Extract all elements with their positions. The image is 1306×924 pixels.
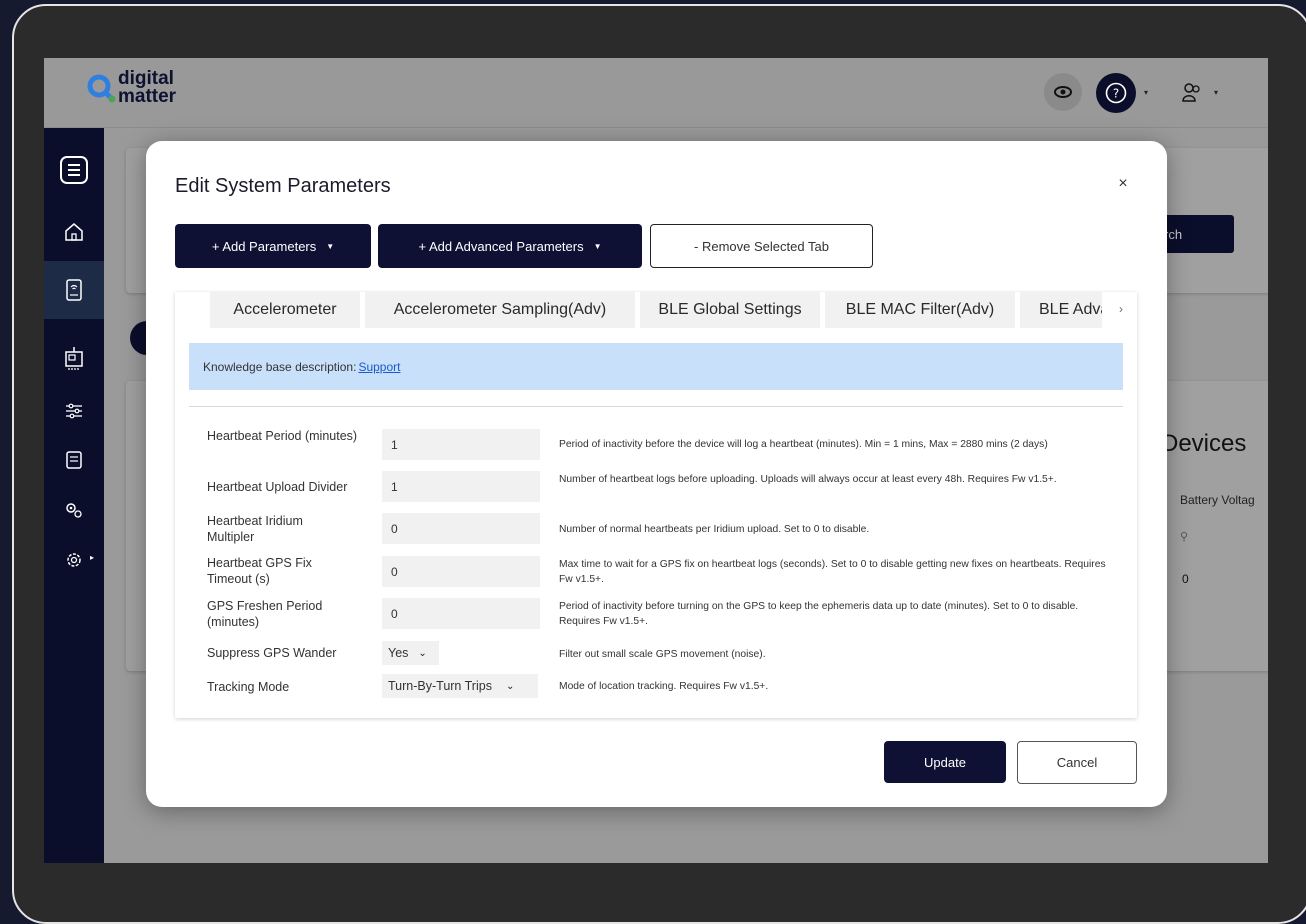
- param-label: Heartbeat GPS Fix Timeout (s): [207, 556, 312, 586]
- settings-expand-caret-icon: ▸: [90, 553, 95, 562]
- heartbeat-upload-divider-input[interactable]: 1: [382, 471, 540, 502]
- param-description: Number of heartbeat logs before uploadin…: [559, 474, 1057, 485]
- logo-line-2: matter: [118, 86, 177, 107]
- background-devices-heading: Devices: [1161, 430, 1247, 457]
- add-advanced-parameters-label: + Add Advanced Parameters: [418, 238, 584, 254]
- chevron-down-icon: ⌄: [418, 647, 427, 659]
- sidebar: ▸: [44, 128, 104, 863]
- remove-selected-tab-label: - Remove Selected Tab: [694, 238, 829, 254]
- menu-toggle-button[interactable]: [44, 145, 104, 195]
- device-icon: [66, 279, 82, 301]
- suppress-gps-wander-select[interactable]: Yes ⌄: [382, 641, 439, 665]
- knowledge-base-label: Knowledge base description:: [203, 359, 357, 374]
- logo[interactable]: digital matter: [86, 69, 177, 107]
- chevron-down-icon: ▼: [326, 241, 335, 251]
- param-label: GPS Freshen Period (minutes): [207, 599, 323, 629]
- support-link[interactable]: Support: [358, 360, 400, 374]
- select-value: Yes: [388, 646, 409, 660]
- cancel-label: Cancel: [1056, 755, 1098, 770]
- parameters-card: Accelerometer Accelerometer Sampling(Adv…: [175, 292, 1137, 718]
- tab-label: Accelerometer Sampling(Adv): [393, 301, 607, 318]
- param-label: Tracking Mode: [207, 680, 290, 694]
- tab-ble-advanced[interactable]: BLE Advanced: [1020, 292, 1102, 328]
- tab-ble-global-settings[interactable]: BLE Global Settings: [640, 292, 820, 328]
- param-description: Period of inactivity before turning on t…: [559, 601, 1079, 627]
- heartbeat-gps-fix-timeout-input[interactable]: 0: [382, 556, 540, 587]
- tab-label: BLE Advanced: [1039, 301, 1102, 318]
- update-label: Update: [924, 754, 966, 770]
- gps-freshen-period-input[interactable]: 0: [382, 598, 540, 629]
- settings-gear-icon: [67, 553, 81, 567]
- sidebar-item-reports[interactable]: [44, 435, 104, 485]
- help-dropdown-caret-icon[interactable]: ▾: [1144, 88, 1148, 97]
- tab-accelerometer[interactable]: Accelerometer: [210, 292, 360, 328]
- sliders-icon: [66, 403, 82, 419]
- hardware-device-icon: [65, 347, 83, 370]
- logo-mark-icon: [86, 73, 116, 103]
- param-label: Suppress GPS Wander: [207, 646, 337, 660]
- user-icon[interactable]: [1174, 75, 1208, 109]
- eye-icon[interactable]: [1044, 73, 1082, 111]
- param-label: Heartbeat Iridium Multipler: [207, 514, 303, 544]
- background-table-cell: 0: [1182, 572, 1189, 586]
- add-parameters-label: + Add Parameters: [211, 238, 317, 254]
- top-bar: digital matter ? ▾ ▾: [44, 58, 1268, 128]
- tab-label: Accelerometer: [233, 301, 337, 318]
- param-label: Heartbeat Period (minutes): [207, 429, 358, 443]
- sidebar-item-home[interactable]: [44, 207, 104, 257]
- remove-selected-tab-button[interactable]: - Remove Selected Tab: [650, 224, 873, 268]
- svg-text:?: ?: [1113, 87, 1119, 101]
- tab-accelerometer-sampling[interactable]: Accelerometer Sampling(Adv): [365, 292, 635, 328]
- help-icon[interactable]: ?: [1096, 73, 1136, 113]
- user-dropdown-caret-icon[interactable]: ▾: [1214, 88, 1218, 97]
- parameter-tabs: Accelerometer Accelerometer Sampling(Adv…: [175, 292, 1137, 336]
- chevron-down-icon: ⌄: [505, 680, 515, 692]
- modal-title: Edit System Parameters: [175, 175, 391, 197]
- param-description: Period of inactivity before the device w…: [559, 439, 1048, 450]
- param-description: Mode of location tracking. Requires Fw v…: [559, 681, 769, 692]
- cancel-button[interactable]: Cancel: [1017, 741, 1137, 784]
- sidebar-item-integrations[interactable]: [44, 485, 104, 535]
- tab-label: BLE Global Settings: [658, 301, 802, 318]
- heartbeat-period-input[interactable]: 1: [382, 429, 540, 460]
- home-icon: [65, 223, 83, 241]
- tab-ble-mac-filter[interactable]: BLE MAC Filter(Adv): [825, 292, 1015, 328]
- hamburger-icon: [60, 156, 88, 184]
- param-description: Max time to wait for a GPS fix on heartb…: [559, 559, 1106, 585]
- gears-icon: [66, 503, 82, 518]
- add-advanced-parameters-button[interactable]: + Add Advanced Parameters ▼: [378, 224, 642, 268]
- sidebar-item-parameters[interactable]: [44, 386, 104, 436]
- tabs-scroll-right-icon[interactable]: ›: [1119, 302, 1123, 316]
- sidebar-item-devices[interactable]: [44, 261, 104, 319]
- close-icon[interactable]: ×: [1114, 175, 1132, 193]
- background-battery-column-header: Battery Voltag: [1180, 493, 1255, 507]
- edit-system-parameters-modal: Edit System Parameters × + Add Parameter…: [146, 141, 1167, 807]
- param-description: Filter out small scale GPS movement (noi…: [559, 649, 766, 660]
- knowledge-base-banner: Knowledge base description: Support: [189, 343, 1123, 390]
- tracking-mode-select[interactable]: Turn-By-Turn Trips ⌄: [382, 674, 538, 698]
- sidebar-item-settings[interactable]: ▸: [44, 535, 104, 585]
- add-parameters-button[interactable]: + Add Parameters ▼: [175, 224, 371, 268]
- document-icon: [66, 451, 82, 469]
- sidebar-item-hardware[interactable]: [44, 333, 104, 383]
- background-search-icon: ⚲: [1180, 531, 1189, 543]
- heartbeat-iridium-multiplier-input[interactable]: 0: [382, 513, 540, 544]
- tab-label: BLE MAC Filter(Adv): [845, 301, 995, 318]
- update-button[interactable]: Update: [884, 741, 1006, 783]
- param-description: Number of normal heartbeats per Iridium …: [559, 524, 870, 535]
- param-label: Heartbeat Upload Divider: [207, 480, 348, 494]
- divider: [189, 406, 1123, 407]
- chevron-down-icon: ▼: [593, 241, 602, 251]
- select-value: Turn-By-Turn Trips: [388, 679, 492, 693]
